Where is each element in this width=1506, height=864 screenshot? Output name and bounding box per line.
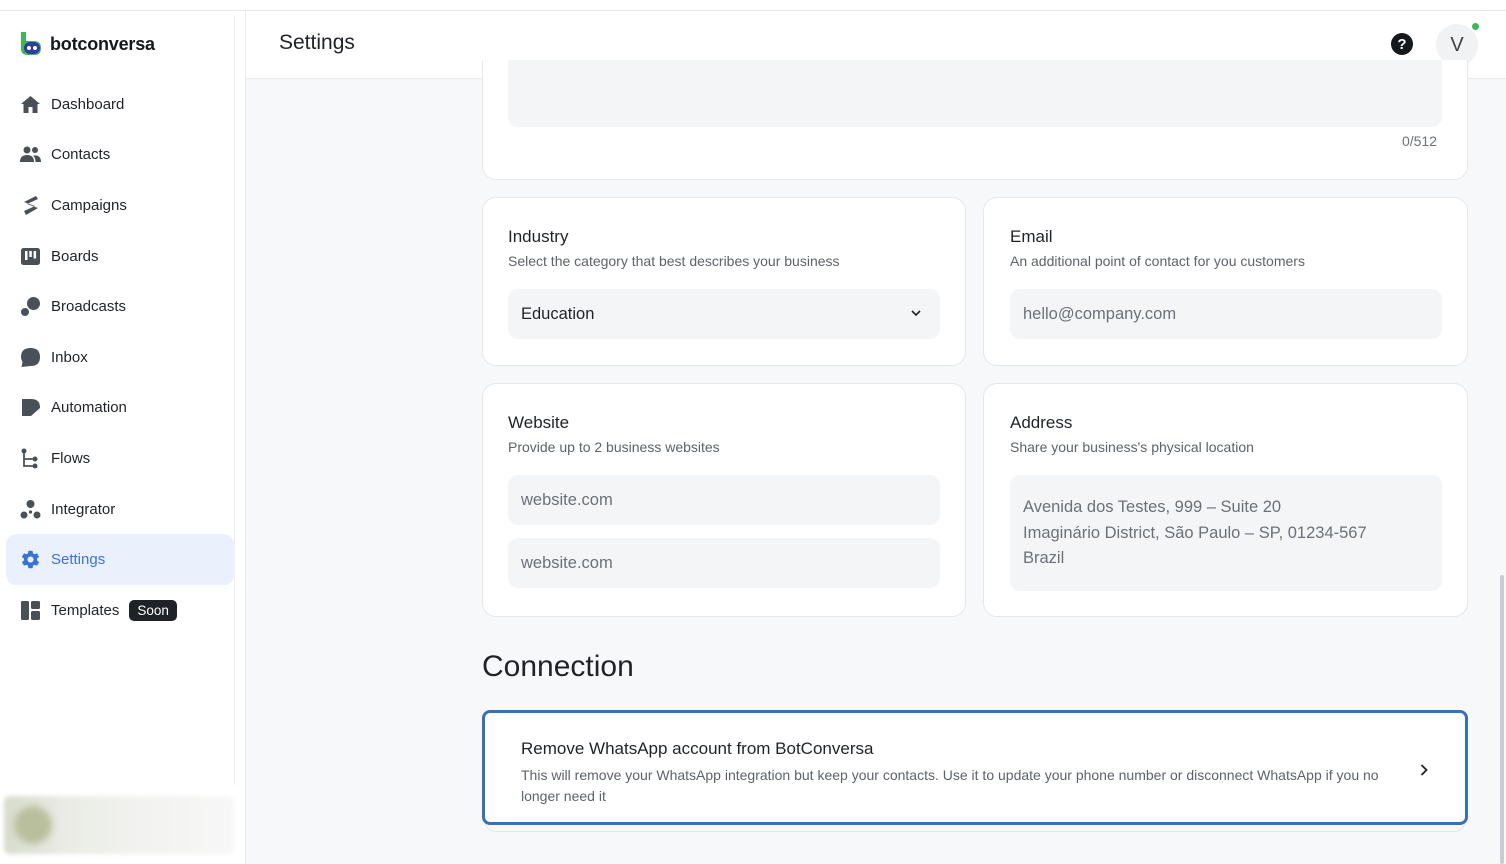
online-status-dot	[1471, 22, 1480, 31]
window-top-bar	[0, 0, 1506, 11]
industry-select[interactable]: Education	[508, 289, 940, 339]
gear-icon	[20, 549, 41, 570]
scrollbar[interactable]	[1500, 575, 1504, 864]
address-card: Address Share your business's physical l…	[983, 383, 1468, 617]
sidebar-item-campaigns[interactable]: Campaigns	[6, 180, 234, 231]
website-placeholder-1: website.com	[521, 490, 613, 509]
description-textarea[interactable]	[508, 60, 1442, 127]
sidebar-item-label: Flows	[51, 449, 91, 467]
email-card: Email An additional point of contact for…	[983, 197, 1468, 366]
address-line-3: Brazil	[1023, 549, 1065, 567]
sidebar-item-label: Templates	[51, 601, 120, 619]
email-subtitle: An additional point of contact for you c…	[1010, 253, 1305, 269]
sidebar-item-boards[interactable]: Boards	[6, 231, 234, 282]
website-card: Website Provide up to 2 business website…	[482, 383, 966, 617]
sidebar-item-label: Dashboard	[51, 95, 125, 113]
chevron-right-icon	[1420, 764, 1428, 776]
sidebar-item-contacts[interactable]: Contacts	[6, 130, 234, 181]
sidebar-item-label: Integrator	[51, 500, 116, 518]
website-title: Website	[508, 413, 570, 432]
character-counter: 0/512	[1401, 133, 1437, 149]
sidebar: botconversa Dashboard Contacts Campaigns…	[0, 11, 246, 864]
description-card: 0/512	[482, 60, 1468, 180]
help-icon[interactable]: ?	[1391, 33, 1413, 55]
soon-badge: Soon	[129, 599, 177, 621]
page-title: Settings	[279, 31, 355, 54]
sidebar-item-label: Campaigns	[51, 196, 127, 214]
sidebar-item-templates[interactable]: Templates Soon	[6, 585, 234, 636]
automation-icon	[20, 397, 41, 418]
sidebar-item-label: Boards	[51, 247, 99, 265]
sidebar-divider	[234, 15, 235, 785]
connection-section-title: Connection	[482, 650, 634, 683]
website-placeholder-2: website.com	[521, 553, 613, 572]
botconversa-logo-icon	[18, 31, 42, 57]
sidebar-item-label: Contacts	[51, 146, 111, 164]
industry-subtitle: Select the category that best describes …	[508, 253, 840, 269]
templates-icon	[20, 600, 41, 621]
sidebar-item-settings[interactable]: Settings	[6, 534, 234, 585]
chevron-down-icon	[911, 310, 921, 317]
sidebar-item-dashboard[interactable]: Dashboard	[6, 79, 234, 130]
industry-card: Industry Select the category that best d…	[482, 197, 966, 366]
address-textarea[interactable]: Avenida dos Testes, 999 – Suite 20 Imagi…	[1010, 475, 1442, 591]
industry-title: Industry	[508, 227, 569, 246]
sidebar-item-flows[interactable]: Flows	[6, 433, 234, 484]
flow-icon	[20, 448, 41, 469]
address-subtitle: Share your business's physical location	[1010, 439, 1254, 455]
campaign-icon	[20, 195, 41, 216]
email-title: Email	[1010, 227, 1053, 246]
broadcast-icon	[20, 296, 41, 317]
website-input-2[interactable]: website.com	[508, 538, 940, 588]
integrator-icon	[20, 499, 41, 520]
remove-whatsapp-description: This will remove your WhatsApp integrati…	[521, 767, 1379, 804]
email-field[interactable]: hello@company.com	[1010, 289, 1442, 339]
website-input-1[interactable]: website.com	[508, 475, 940, 525]
brand-name: botconversa	[50, 33, 155, 54]
address-line-2: Imaginário District, São Paulo – SP, 012…	[1023, 523, 1367, 542]
sidebar-item-automation[interactable]: Automation	[6, 383, 234, 434]
sidebar-item-integrator[interactable]: Integrator	[6, 484, 234, 535]
sidebar-item-label: Automation	[51, 399, 127, 417]
email-placeholder: hello@company.com	[1023, 304, 1177, 323]
remove-whatsapp-title: Remove WhatsApp account from BotConversa	[521, 739, 874, 758]
sidebar-item-broadcasts[interactable]: Broadcasts	[6, 281, 234, 332]
brand[interactable]: botconversa	[18, 31, 155, 57]
user-profile-blurred[interactable]	[4, 796, 234, 854]
sidebar-item-label: Inbox	[51, 348, 88, 366]
sidebar-item-inbox[interactable]: Inbox	[6, 332, 234, 383]
remove-whatsapp-button[interactable]: Remove WhatsApp account from BotConversa…	[482, 710, 1468, 825]
industry-selected-value: Education	[521, 304, 595, 323]
sidebar-item-label: Settings	[51, 551, 106, 569]
sidebar-item-label: Broadcasts	[51, 298, 127, 316]
board-icon	[20, 246, 41, 267]
website-subtitle: Provide up to 2 business websites	[508, 439, 720, 455]
home-icon	[20, 94, 41, 115]
avatar	[14, 806, 52, 844]
address-title: Address	[1010, 413, 1073, 432]
chat-bubble-icon	[20, 347, 41, 368]
users-icon	[20, 144, 41, 165]
address-line-1: Avenida dos Testes, 999 – Suite 20	[1023, 498, 1282, 516]
sidebar-nav: Dashboard Contacts Campaigns Boards Broa…	[6, 79, 234, 636]
